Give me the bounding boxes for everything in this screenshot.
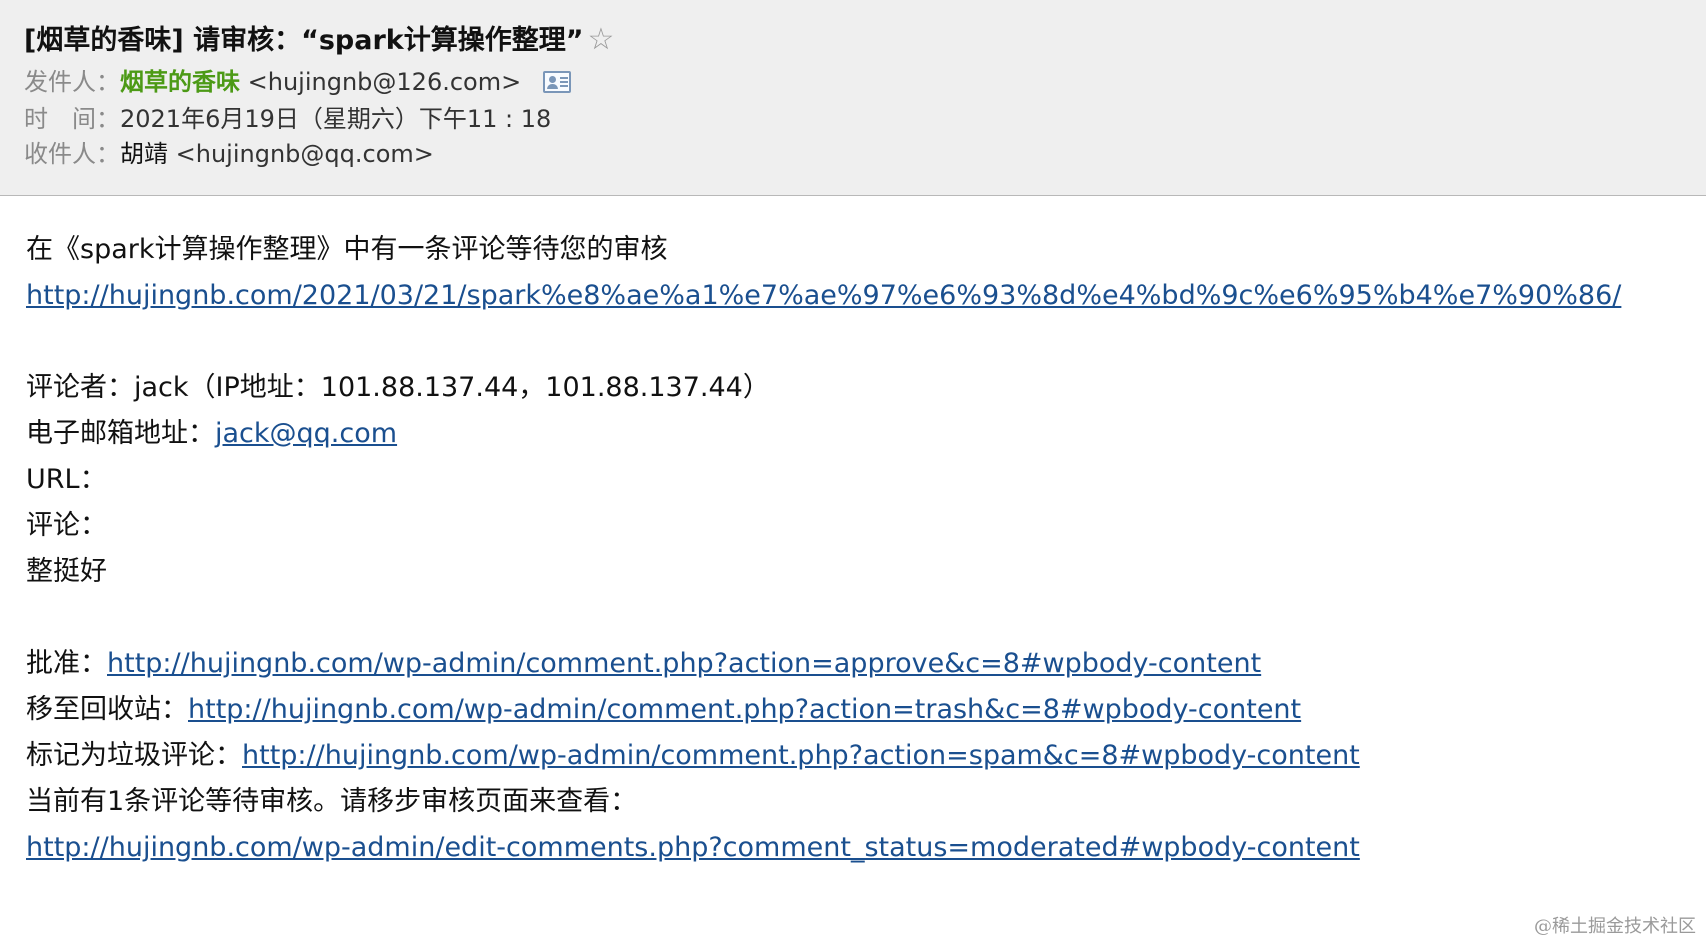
email-header: [烟草的香味] 请审核：“spark计算操作整理” ☆ 发件人：烟草的香味 <hu… xyxy=(0,0,1706,196)
sender-name[interactable]: 烟草的香味 xyxy=(120,68,240,96)
spam-link[interactable]: http://hujingnb.com/wp-admin/comment.php… xyxy=(242,740,1360,771)
email-subject: [烟草的香味] 请审核：“spark计算操作整理” ☆ xyxy=(24,22,614,59)
from-row: 发件人：烟草的香味 <hujingnb@126.com> xyxy=(24,66,571,98)
recipient-name[interactable]: 胡靖 xyxy=(120,140,168,168)
comment-text: 整挺好 xyxy=(26,556,107,587)
intro-text: 在《spark计算操作整理》中有一条评论等待您的审核 xyxy=(26,234,668,265)
approve-label: 批准： xyxy=(26,648,107,679)
post-link[interactable]: http://hujingnb.com/2021/03/21/spark%e8%… xyxy=(26,280,1621,311)
trash-link[interactable]: http://hujingnb.com/wp-admin/comment.php… xyxy=(188,694,1301,725)
time-value: 2021年6月19日（星期六）下午11 : 18 xyxy=(120,105,552,133)
subject-text: [烟草的香味] 请审核：“spark计算操作整理” xyxy=(24,25,584,56)
time-row: 时 间：2021年6月19日（星期六）下午11 : 18 xyxy=(24,103,551,135)
trash-label: 移至回收站： xyxy=(26,694,188,725)
to-row: 收件人：胡靖 <hujingnb@qq.com> xyxy=(24,138,434,170)
to-label: 收件人： xyxy=(24,140,120,168)
watermark: @稀土掘金技术社区 xyxy=(1534,916,1696,937)
recipient-email[interactable]: <hujingnb@qq.com> xyxy=(176,140,434,168)
commenter-info: 评论者：jack（IP地址：101.88.137.44，101.88.137.4… xyxy=(26,372,770,403)
email-label: 电子邮箱地址： xyxy=(26,418,215,449)
moderate-link[interactable]: http://hujingnb.com/wp-admin/edit-commen… xyxy=(26,832,1360,863)
approve-link[interactable]: http://hujingnb.com/wp-admin/comment.php… xyxy=(107,648,1261,679)
star-icon[interactable]: ☆ xyxy=(587,22,614,57)
sender-email[interactable]: <hujingnb@126.com> xyxy=(248,68,522,96)
url-label: URL： xyxy=(26,464,107,495)
contact-card-icon[interactable] xyxy=(542,71,571,93)
time-label: 时 间： xyxy=(24,105,120,133)
comment-label: 评论： xyxy=(26,510,107,541)
from-label: 发件人： xyxy=(24,68,120,96)
commenter-email-link[interactable]: jack@qq.com xyxy=(215,418,397,449)
spam-label: 标记为垃圾评论： xyxy=(26,740,242,771)
pending-text: 当前有1条评论等待审核。请移步审核页面来查看： xyxy=(26,786,638,817)
email-body: 在《spark计算操作整理》中有一条评论等待您的审核 http://hujing… xyxy=(26,227,1686,871)
